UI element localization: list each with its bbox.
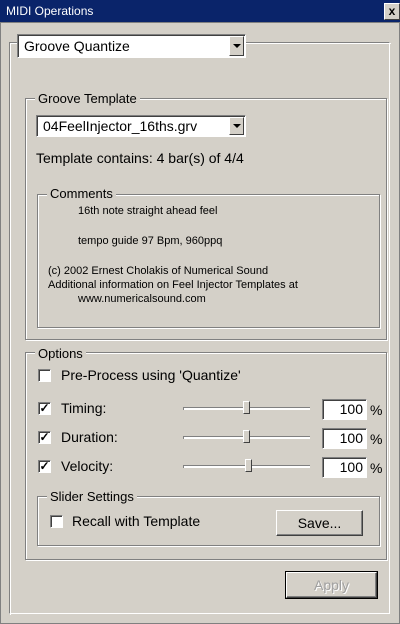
- operation-select[interactable]: Groove Quantize: [17, 34, 246, 58]
- preprocess-label[interactable]: Pre-Process using 'Quantize': [61, 367, 241, 383]
- close-button[interactable]: x: [384, 3, 400, 20]
- comment-line: tempo guide 97 Bpm, 960ppq: [78, 235, 223, 247]
- groove-template-legend: Groove Template: [35, 91, 140, 106]
- timing-value-input[interactable]: 100: [322, 399, 367, 420]
- duration-value-input[interactable]: 100: [322, 428, 367, 449]
- velocity-value-input[interactable]: 100: [322, 457, 367, 478]
- title-bar: MIDI Operations x: [0, 0, 400, 22]
- velocity-checkbox[interactable]: ✓: [38, 460, 51, 473]
- preprocess-checkbox[interactable]: [38, 369, 51, 382]
- save-button[interactable]: Save...: [276, 510, 363, 536]
- velocity-slider-thumb[interactable]: [245, 459, 252, 472]
- velocity-label: Velocity:: [61, 458, 114, 474]
- slider-settings-legend: Slider Settings: [47, 489, 137, 504]
- duration-checkbox[interactable]: ✓: [38, 431, 51, 444]
- template-contains-text: Template contains: 4 bar(s) of 4/4: [36, 150, 244, 166]
- duration-slider-thumb[interactable]: [243, 430, 250, 443]
- chevron-down-icon[interactable]: [229, 36, 244, 56]
- duration-label: Duration:: [61, 429, 118, 445]
- chevron-down-icon[interactable]: [229, 117, 244, 135]
- timing-unit: %: [370, 402, 383, 418]
- timing-slider-thumb[interactable]: [243, 401, 250, 414]
- comment-line: (c) 2002 Ernest Cholakis of Numerical So…: [48, 265, 269, 277]
- timing-label: Timing:: [61, 400, 107, 416]
- comment-line: Additional information on Feel Injector …: [48, 279, 298, 291]
- velocity-unit: %: [370, 460, 383, 476]
- comments-legend: Comments: [47, 186, 116, 201]
- window-title: MIDI Operations: [6, 4, 94, 18]
- duration-unit: %: [370, 431, 383, 447]
- options-legend: Options: [35, 346, 86, 361]
- recall-template-label[interactable]: Recall with Template: [72, 513, 200, 529]
- apply-button[interactable]: Apply: [285, 571, 378, 599]
- comment-line: 16th note straight ahead feel: [78, 205, 218, 217]
- groove-file-select[interactable]: 04FeelInjector_16ths.grv: [36, 115, 246, 137]
- comment-line: www.numericalsound.com: [78, 293, 206, 305]
- groove-file-value: 04FeelInjector_16ths.grv: [43, 118, 198, 134]
- recall-template-checkbox[interactable]: [50, 515, 63, 528]
- operation-select-value: Groove Quantize: [24, 38, 130, 54]
- timing-checkbox[interactable]: ✓: [38, 402, 51, 415]
